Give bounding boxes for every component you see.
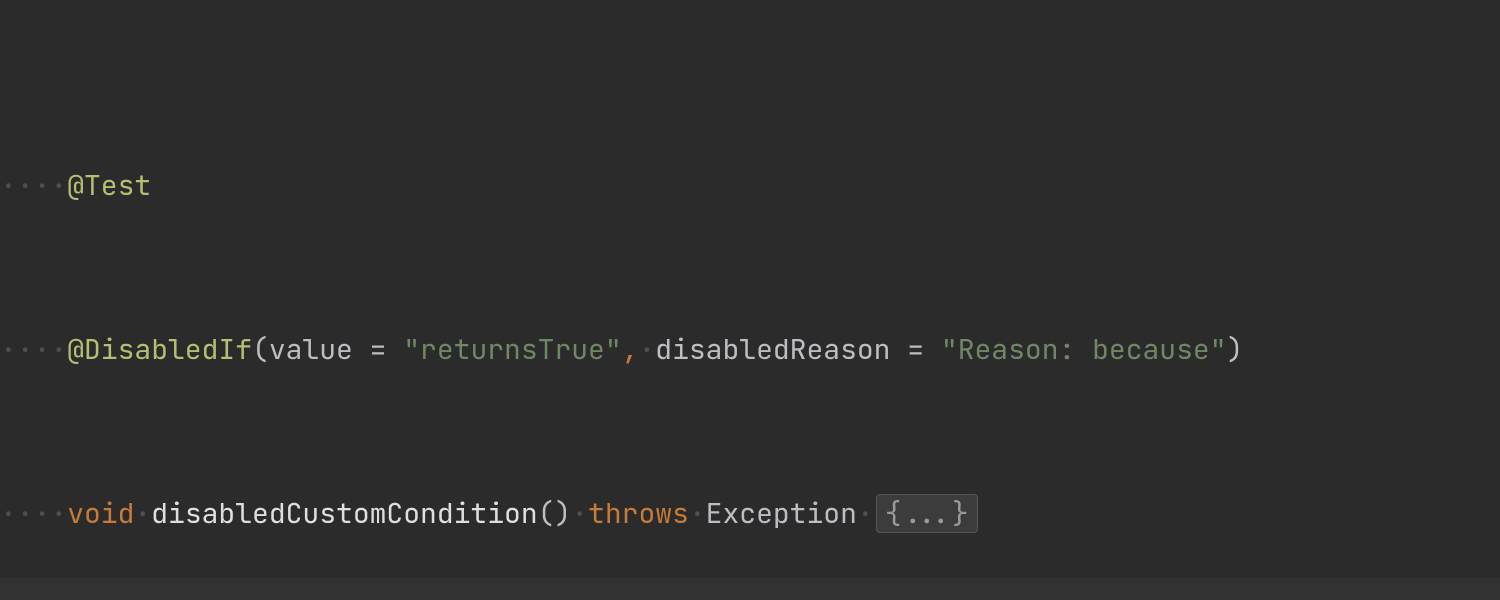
code-line-1[interactable]: ····@Test <box>0 159 1500 214</box>
whitespace-dot: · <box>571 495 588 532</box>
paren-close: ) <box>1227 331 1244 368</box>
paren-open: ( <box>252 331 269 368</box>
string-literal: "Reason: because" <box>941 331 1227 368</box>
annotation-test: @Test <box>67 167 151 204</box>
class-exception: Exception <box>706 495 857 532</box>
code-fold-region[interactable]: {...} <box>876 494 978 533</box>
whitespace-dots: ···· <box>0 495 67 532</box>
keyword-void: void <box>67 495 134 532</box>
whitespace-dot: · <box>638 331 655 368</box>
parens: () <box>538 495 572 532</box>
whitespace-dots: ···· <box>0 167 67 204</box>
code-line-3[interactable]: ····void·disabledCustomCondition()·throw… <box>0 487 1500 542</box>
whitespace-dot: · <box>134 495 151 532</box>
status-bar <box>0 578 1500 600</box>
keyword-throws: throws <box>588 495 689 532</box>
whitespace-dot: · <box>689 495 706 532</box>
annotation-disabledif: @DisabledIf <box>67 331 252 368</box>
code-line-2[interactable]: ····@DisabledIf(value = "returnsTrue",·d… <box>0 323 1500 378</box>
string-literal: "returnsTrue" <box>403 331 621 368</box>
equals: = <box>353 331 403 368</box>
equals: = <box>890 331 940 368</box>
whitespace-dot: · <box>857 495 874 532</box>
param-value: value <box>269 331 353 368</box>
param-disabledreason: disabledReason <box>655 331 890 368</box>
comma: , <box>622 331 639 368</box>
code-editor[interactable]: ····@Test ····@DisabledIf(value = "retur… <box>0 0 1500 600</box>
method-name: disabledCustomCondition <box>151 495 537 532</box>
whitespace-dots: ···· <box>0 331 67 368</box>
